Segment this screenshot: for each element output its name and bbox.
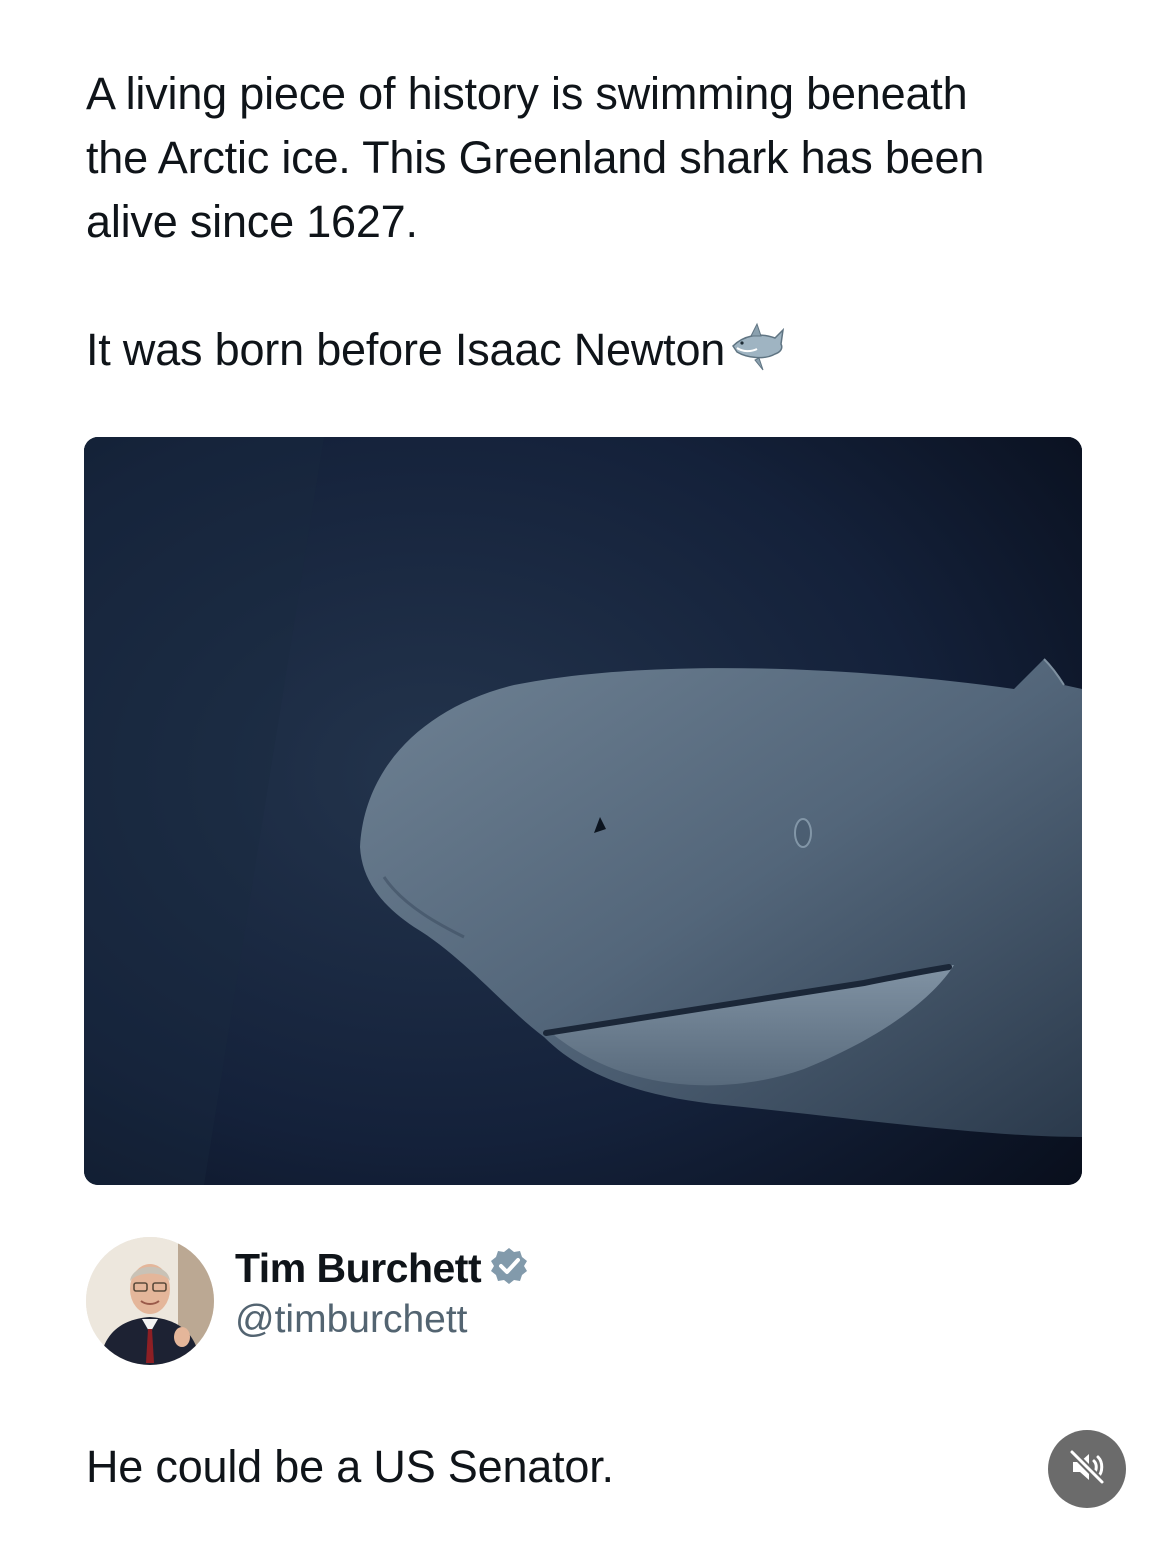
post-media-image[interactable] xyxy=(84,437,1082,1185)
shark-icon xyxy=(729,318,787,376)
mute-button[interactable] xyxy=(1048,1430,1126,1508)
reply-author[interactable]: Tim Burchett @timburchett xyxy=(86,1236,529,1366)
author-meta: Tim Burchett @timburchett xyxy=(235,1242,529,1346)
post-paragraph-2: It was born before Isaac Newton xyxy=(86,324,726,375)
post-text: A living piece of history is swimming be… xyxy=(86,62,1086,254)
reply-text: He could be a US Senator. xyxy=(86,1441,614,1492)
author-name-row: Tim Burchett xyxy=(235,1242,529,1294)
post-paragraph-2-row: It was born before Isaac Newton xyxy=(86,318,787,382)
author-name[interactable]: Tim Burchett xyxy=(235,1242,482,1294)
verified-badge-icon xyxy=(481,1246,529,1291)
speaker-muted-icon xyxy=(1067,1447,1107,1492)
author-handle[interactable]: @timburchett xyxy=(235,1294,529,1346)
avatar[interactable] xyxy=(86,1237,214,1365)
post-paragraph-1: A living piece of history is swimming be… xyxy=(86,68,985,247)
